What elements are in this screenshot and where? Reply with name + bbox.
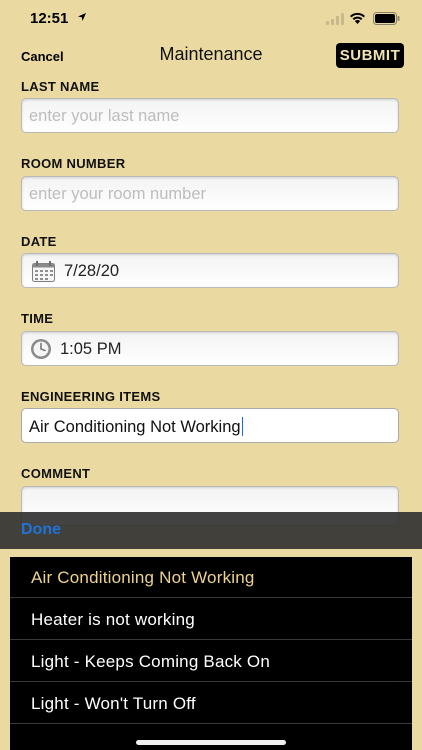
engineering-items-label: ENGINEERING ITEMS [21,389,161,404]
clock-icon [31,339,51,359]
time-field[interactable]: 1:05 PM [21,331,399,366]
comment-label: COMMENT [21,466,91,481]
engineering-items-value: Air Conditioning Not Working [29,417,244,437]
room-number-label: ROOM NUMBER [21,156,126,171]
picker-item-label: Light - Won't Turn Off [31,694,196,713]
picker-item[interactable]: Heater is not working [10,599,412,640]
cellular-signal-icon [326,13,344,25]
wifi-icon [350,12,365,24]
picker-item-label: Heater is not working [31,610,195,629]
input-accessory-toolbar: Done [0,512,422,549]
nav-bar: Cancel Maintenance SUBMIT [0,38,422,74]
home-indicator[interactable] [136,740,286,745]
last-name-label: LAST NAME [21,79,100,94]
room-number-placeholder: enter your room number [29,185,206,203]
time-value: 1:05 PM [60,340,122,358]
text-caret [241,417,244,436]
picker-item-label: Light - Keeps Coming Back On [31,652,270,671]
date-label: DATE [21,234,57,249]
picker-item[interactable]: Light - Won't Turn Off [10,683,412,724]
date-field[interactable]: 7/28/20 [21,253,399,288]
room-number-field[interactable]: enter your room number [21,176,399,211]
last-name-field[interactable]: enter your last name [21,98,399,133]
picker-item-label: Air Conditioning Not Working [31,568,255,587]
battery-icon [373,12,400,25]
engineering-items-text: Air Conditioning Not Working [29,418,241,436]
last-name-placeholder: enter your last name [29,107,180,125]
location-arrow-icon [78,13,86,21]
status-bar: 12:51 [0,0,422,38]
done-button[interactable]: Done [21,521,61,539]
picker-item[interactable]: Air Conditioning Not Working [10,557,412,598]
status-time: 12:51 [30,10,69,27]
engineering-items-field[interactable]: Air Conditioning Not Working [21,408,399,443]
submit-button[interactable]: SUBMIT [336,43,404,68]
engineering-items-picker: Air Conditioning Not Working Heater is n… [10,557,412,750]
picker-item[interactable]: Light - Keeps Coming Back On [10,641,412,682]
time-label: TIME [21,311,54,326]
calendar-icon [32,261,55,282]
date-value: 7/28/20 [64,262,120,280]
